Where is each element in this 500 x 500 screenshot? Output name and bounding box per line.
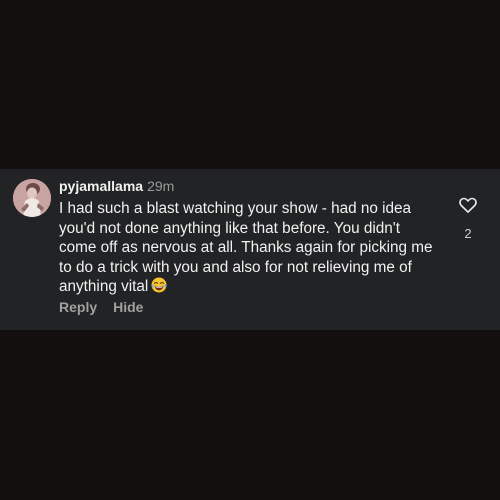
comment-text: I had such a blast watching your show - … xyxy=(59,199,439,297)
comment-body: I had such a blast watching your show - … xyxy=(59,200,433,295)
heart-outline-icon[interactable] xyxy=(458,195,478,215)
hide-button[interactable]: Hide xyxy=(113,299,143,315)
rolling-on-floor-laughing-emoji xyxy=(151,277,167,293)
like-count: 2 xyxy=(464,226,472,241)
page: pyjamallama 29m I had such a blast watchi… xyxy=(0,0,500,500)
timestamp: 29m xyxy=(147,178,175,194)
comment-actions: Reply Hide xyxy=(59,299,143,316)
comment-header: pyjamallama 29m xyxy=(59,178,174,195)
comment-card: pyjamallama 29m I had such a blast watchi… xyxy=(0,169,500,330)
reply-button[interactable]: Reply xyxy=(59,299,97,315)
username[interactable]: pyjamallama xyxy=(59,178,143,194)
avatar[interactable] xyxy=(13,179,51,217)
